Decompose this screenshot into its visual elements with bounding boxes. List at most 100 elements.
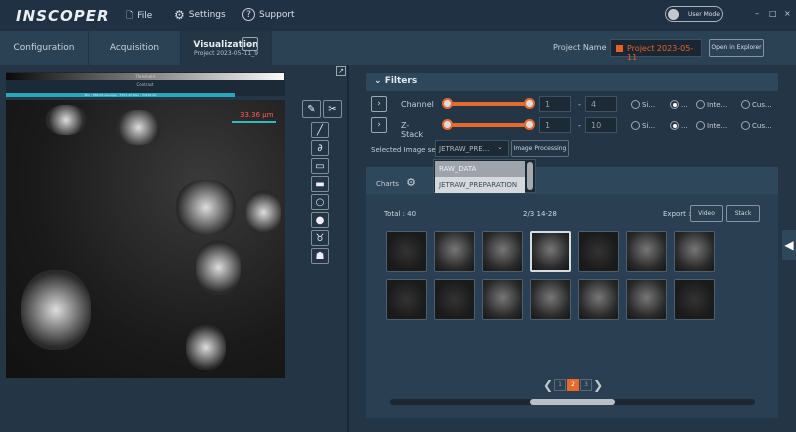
scale-label: 33.36 µm bbox=[240, 111, 274, 119]
shape-tools: ╱ ∂ ▭ ▬ ○ ● ♉ ☗ bbox=[311, 122, 329, 264]
thumbnail[interactable] bbox=[482, 231, 523, 272]
thumbnail[interactable] bbox=[578, 279, 619, 320]
option-label: Si... bbox=[642, 100, 656, 109]
zstack-min-input[interactable]: 1 bbox=[539, 117, 571, 133]
thumbnail[interactable] bbox=[578, 231, 619, 272]
zstack-option-all[interactable]: ... bbox=[670, 121, 688, 130]
thumbnail[interactable] bbox=[530, 231, 571, 272]
channel-min-input[interactable]: 1 bbox=[539, 96, 571, 112]
option-label: Inte... bbox=[707, 121, 728, 130]
filled-ellipse-icon[interactable]: ● bbox=[311, 212, 329, 228]
channel-option-all[interactable]: ... bbox=[670, 100, 688, 109]
scissors-icon[interactable]: ✂ bbox=[323, 100, 342, 118]
gear-icon: ⚙ bbox=[174, 8, 185, 22]
dropdown-scrollbar[interactable] bbox=[527, 162, 533, 190]
export-video-button[interactable]: Video bbox=[690, 205, 723, 222]
total-count: Total : 40 bbox=[384, 210, 417, 218]
help-icon: ? bbox=[242, 8, 255, 21]
channel-option-interval[interactable]: Inte... bbox=[696, 100, 727, 109]
channel-option-custom[interactable]: Cus... bbox=[741, 100, 772, 109]
option-label: Cus... bbox=[752, 100, 772, 109]
toggle-knob bbox=[668, 9, 679, 20]
thumbnail[interactable] bbox=[626, 279, 667, 320]
page-3[interactable]: 3 bbox=[580, 379, 593, 391]
menu-support[interactable]: ? Support bbox=[242, 8, 295, 21]
line-icon[interactable]: ╱ bbox=[311, 122, 329, 138]
zstack-label: Z-Stack bbox=[401, 121, 424, 139]
thumbnail[interactable] bbox=[530, 279, 571, 320]
thumbnail[interactable] bbox=[626, 231, 667, 272]
thumbnail[interactable] bbox=[674, 231, 715, 272]
charts-header[interactable]: Charts ⚙ bbox=[366, 167, 778, 194]
filters-header[interactable]: ⌄ Filters bbox=[366, 73, 778, 91]
thumbnail[interactable] bbox=[434, 231, 475, 272]
filters-title: Filters bbox=[384, 76, 418, 86]
range-separator: - bbox=[578, 100, 581, 109]
channel-range-slider[interactable] bbox=[442, 98, 535, 109]
image-viewer[interactable] bbox=[6, 100, 285, 378]
collapse-panel-button[interactable]: ◀ bbox=[782, 230, 796, 260]
thumbnail[interactable] bbox=[434, 279, 475, 320]
zstack-max-input[interactable]: 10 bbox=[585, 117, 617, 133]
expand-icon[interactable]: ↗ bbox=[336, 66, 346, 76]
scale-bar[interactable] bbox=[232, 121, 276, 123]
chevron-down-icon[interactable]: ⌄ bbox=[242, 37, 258, 51]
option-label: ... bbox=[681, 100, 688, 109]
minimize-button[interactable]: – bbox=[755, 9, 759, 18]
export-stack-button[interactable]: Stack bbox=[726, 205, 760, 222]
option-raw-data[interactable]: RAW_DATA bbox=[435, 161, 525, 177]
polygon-icon[interactable]: ♉ bbox=[311, 230, 329, 246]
image-set-select[interactable]: JETRAW_PRE... ⌄ bbox=[435, 140, 509, 157]
filled-rectangle-icon[interactable]: ▬ bbox=[311, 176, 329, 192]
slider-handle[interactable] bbox=[442, 119, 453, 130]
panel-splitter[interactable] bbox=[347, 65, 349, 432]
file-icon: 🗋 bbox=[126, 11, 134, 21]
menu-file[interactable]: 🗋 File bbox=[126, 8, 152, 24]
zstack-option-single[interactable]: Si... bbox=[631, 121, 655, 130]
menu-settings[interactable]: ⚙ Settings bbox=[174, 8, 226, 22]
thumbnail[interactable] bbox=[482, 279, 523, 320]
channel-option-single[interactable]: Si... bbox=[631, 100, 655, 109]
slider-handle[interactable] bbox=[524, 98, 535, 109]
rectangle-icon[interactable]: ▭ bbox=[311, 158, 329, 174]
zstack-range-slider[interactable] bbox=[442, 119, 535, 130]
page-1[interactable]: 1 bbox=[554, 379, 567, 391]
filled-polygon-icon[interactable]: ☗ bbox=[311, 248, 329, 264]
zstack-option-interval[interactable]: Inte... bbox=[696, 121, 727, 130]
thumbnail[interactable] bbox=[386, 279, 427, 320]
ellipse-icon[interactable]: ○ bbox=[311, 194, 329, 210]
channel-max-input[interactable]: 4 bbox=[585, 96, 617, 112]
option-label: Cus... bbox=[752, 121, 772, 130]
gear-icon[interactable]: ⚙ bbox=[406, 176, 416, 189]
chevron-down-icon: ⌄ bbox=[374, 76, 385, 86]
tab-acquisition[interactable]: Acquisition bbox=[89, 31, 181, 65]
zstack-option-custom[interactable]: Cus... bbox=[741, 121, 772, 130]
expand-zstack-button[interactable]: › bbox=[371, 117, 387, 133]
tab-visualization[interactable]: Visualization Project 2023-05-11_9 bbox=[181, 31, 272, 65]
slider-handle[interactable] bbox=[442, 98, 453, 109]
user-mode-toggle[interactable]: User Mode bbox=[665, 6, 723, 22]
slider-handle[interactable] bbox=[524, 119, 535, 130]
threshold-bar[interactable]: Threshold bbox=[6, 73, 284, 80]
open-in-explorer-button[interactable]: Open in Explorer bbox=[709, 39, 764, 57]
tab-configuration[interactable]: Configuration bbox=[0, 31, 89, 65]
page-2[interactable]: 2 bbox=[567, 379, 580, 391]
expand-channel-button[interactable]: › bbox=[371, 96, 387, 112]
pagination: ❮ 1 2 3 ❯ bbox=[543, 378, 603, 392]
freehand-icon[interactable]: ∂ bbox=[311, 140, 329, 156]
thumbnail[interactable] bbox=[674, 279, 715, 320]
thumbnail[interactable] bbox=[386, 231, 427, 272]
cell bbox=[246, 190, 281, 235]
menu-settings-label: Settings bbox=[188, 10, 226, 20]
project-name-field[interactable]: Project 2023-05-11 bbox=[610, 39, 702, 62]
close-button[interactable]: × bbox=[784, 9, 791, 18]
chevron-right-icon[interactable]: ❯ bbox=[593, 378, 603, 392]
maximize-button[interactable]: □ bbox=[769, 9, 777, 18]
image-processing-button[interactable]: Image Processing bbox=[511, 140, 569, 157]
chevron-left-icon[interactable]: ❮ bbox=[543, 378, 553, 392]
option-jetraw-preparation[interactable]: JETRAW_PREPARATION bbox=[435, 177, 525, 193]
gallery-scroll-thumb[interactable] bbox=[530, 399, 615, 405]
user-mode-label: User Mode bbox=[688, 10, 720, 18]
pencil-icon[interactable]: ✎ bbox=[302, 100, 321, 118]
chevron-down-icon: ⌄ bbox=[497, 143, 503, 151]
